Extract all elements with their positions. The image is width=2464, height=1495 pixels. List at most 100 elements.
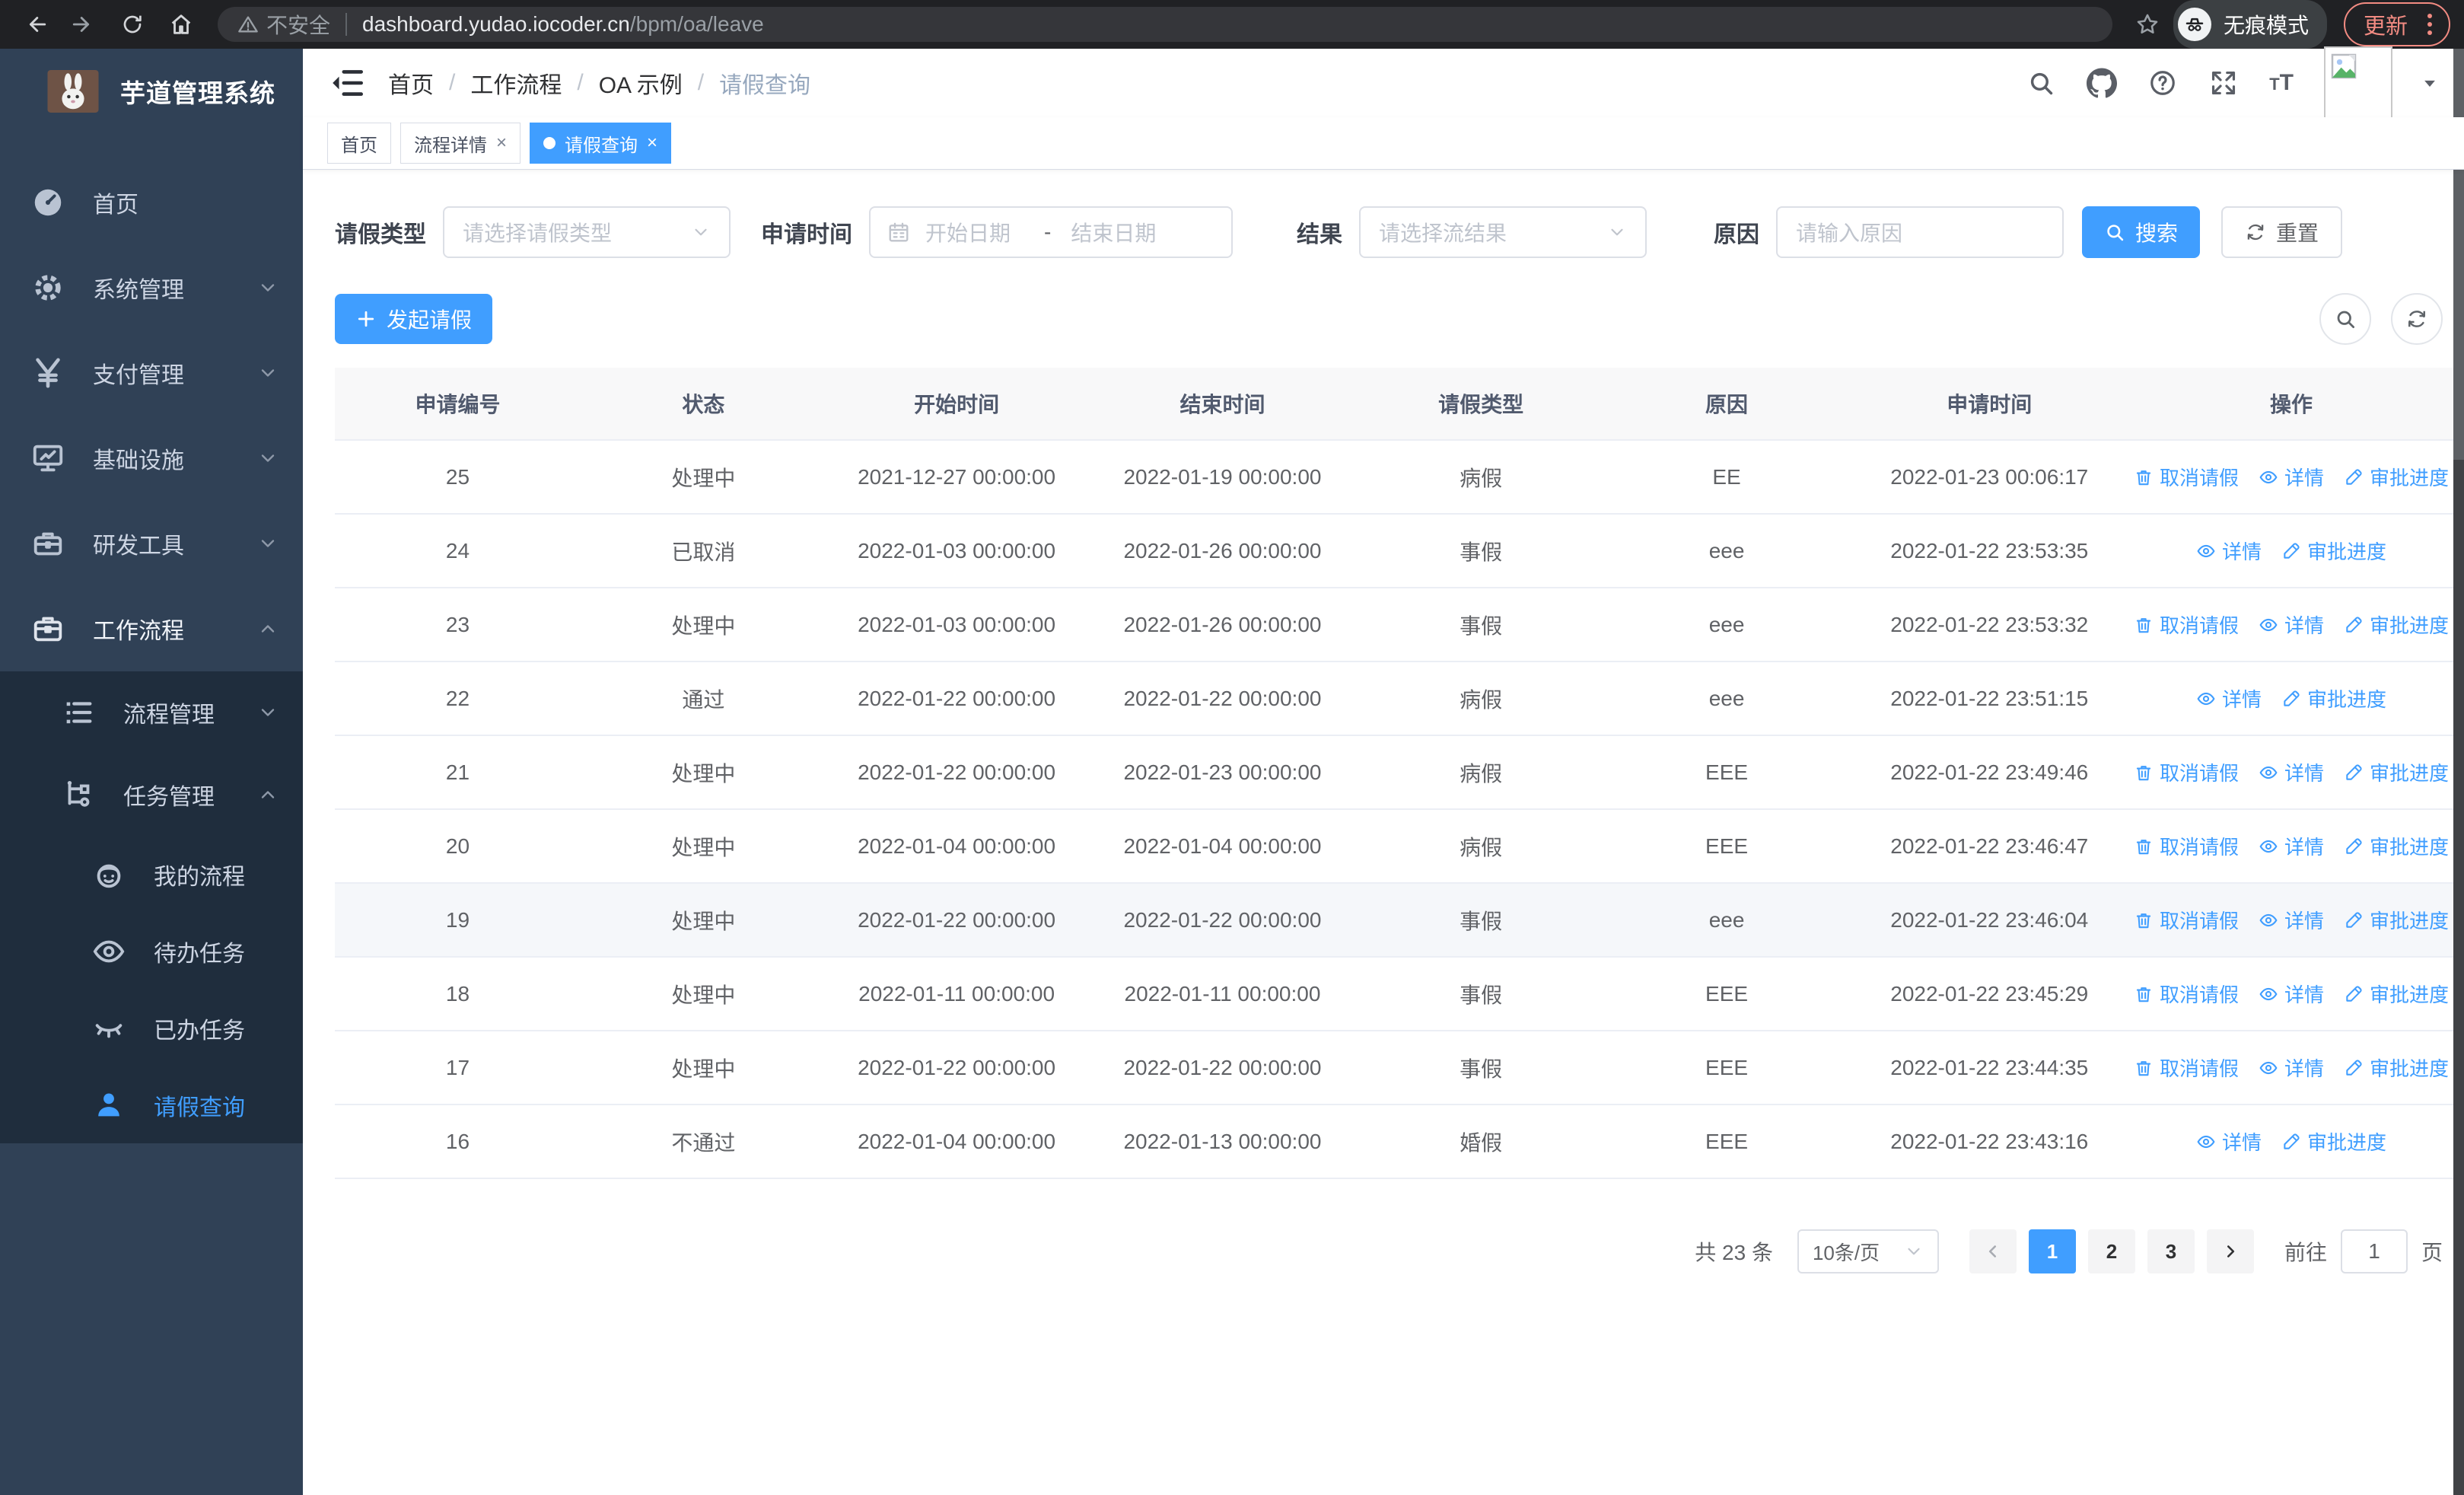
browser-home-button[interactable] [160,3,202,46]
hide-search-button[interactable] [2319,293,2371,345]
goto-page-input[interactable]: 1 [2340,1229,2408,1273]
action-cancel-link[interactable]: 取消请假 [2134,980,2239,1008]
action-detail-link[interactable]: 详情 [2259,463,2324,491]
leave-type-select[interactable]: 请选择请假类型 [443,206,731,258]
sidebar-item-label: 我的流程 [154,864,245,890]
action-progress-link[interactable]: 审批进度 [2281,684,2386,712]
breadcrumb-item[interactable]: 工作流程 [470,66,562,100]
action-detail-link[interactable]: 详情 [2259,758,2324,786]
next-page-button[interactable] [2206,1229,2254,1273]
search-button[interactable]: 搜索 [2082,206,2201,258]
help-icon[interactable] [2147,68,2178,98]
table-row: 23 处理中 2022-01-03 00:00:00 2022-01-26 00:00… [335,588,2453,662]
browser-menu-icon[interactable] [2423,14,2437,35]
page-button-2[interactable]: 2 [2087,1229,2135,1273]
cell-actions: 取消请假 详情 审批进度 [2129,758,2453,786]
result-select[interactable]: 请选择流结果 [1359,206,1647,258]
action-detail-link[interactable]: 详情 [2259,980,2324,1008]
prev-page-button[interactable] [1969,1229,2017,1273]
action-detail-link[interactable]: 详情 [2259,610,2324,639]
cell-reason: eee [1708,907,1745,932]
action-progress-link[interactable]: 审批进度 [2281,1127,2386,1156]
browser-back-button[interactable] [14,3,56,46]
action-progress-link[interactable]: 审批进度 [2281,537,2386,565]
sidebar-item-我的流程[interactable]: 我的流程 [0,836,303,913]
sidebar-item-基础设施[interactable]: 基础设施 [0,416,303,501]
action-detail-link[interactable]: 详情 [2259,1054,2324,1082]
sidebar-logo[interactable]: 芋道管理系统 [0,49,303,134]
page-button-3[interactable]: 3 [2147,1229,2195,1273]
monitor-icon [30,441,65,476]
action-detail-link[interactable]: 详情 [2259,832,2324,860]
close-icon[interactable]: × [647,132,657,154]
action-progress-link[interactable]: 审批进度 [2344,980,2449,1008]
action-cancel-link[interactable]: 取消请假 [2134,758,2239,786]
bookmark-star-button[interactable] [2128,5,2167,44]
page-size-value: 10条/页 [1812,1241,1880,1264]
action-label: 审批进度 [2369,762,2449,785]
browser-reload-button[interactable] [111,3,154,46]
breadcrumb-item[interactable]: 首页 [388,66,434,100]
action-progress-link[interactable]: 审批进度 [2344,1054,2449,1082]
cell-type: 事假 [1460,1057,1503,1081]
action-cancel-link[interactable]: 取消请假 [2134,1054,2239,1082]
action-cancel-link[interactable]: 取消请假 [2134,906,2239,934]
cell-end: 2022-01-22 00:00:00 [1123,907,1322,932]
sidebar-collapse-icon[interactable] [329,64,367,102]
sidebar-item-任务管理[interactable]: 任务管理 [0,754,303,836]
goto-unit: 页 [2421,1241,2443,1264]
not-secure-warning[interactable]: 不安全 [237,9,330,40]
page-scrollbar[interactable] [2453,49,2464,1495]
fullscreen-icon[interactable] [2208,68,2239,98]
close-icon[interactable]: × [496,132,507,154]
reset-button[interactable]: 重置 [2221,206,2343,258]
action-cancel-link[interactable]: 取消请假 [2134,832,2239,860]
sidebar-item-待办任务[interactable]: 待办任务 [0,913,303,990]
address-bar[interactable]: 不安全 dashboard.yudao.iocoder.cn /bpm/oa/l… [218,7,2112,42]
sidebar-item-请假查询[interactable]: 请假查询 [0,1066,303,1143]
sidebar-item-支付管理[interactable]: 支付管理 [0,330,303,416]
cell-type: 病假 [1460,835,1503,859]
action-progress-link[interactable]: 审批进度 [2344,832,2449,860]
cell-start: 2022-01-03 00:00:00 [858,538,1056,563]
tab-首页[interactable]: 首页 [327,123,391,164]
cell-no: 25 [445,464,470,489]
browser-update-button[interactable]: 更新 [2343,2,2450,46]
action-detail-link[interactable]: 详情 [2196,684,2262,712]
page-size-select[interactable]: 10条/页 [1797,1229,1939,1273]
reason-input[interactable]: 请输入原因 [1776,206,2064,258]
action-progress-link[interactable]: 审批进度 [2344,610,2449,639]
search-icon[interactable] [2026,68,2056,98]
cell-reason: EEE [1705,760,1749,784]
font-size-icon[interactable]: TT [2269,70,2294,96]
action-label: 审批进度 [2369,614,2449,637]
refresh-table-button[interactable] [2391,293,2443,345]
action-progress-link[interactable]: 审批进度 [2344,463,2449,491]
action-cancel-link[interactable]: 取消请假 [2134,463,2239,491]
chevron-up-icon [257,784,279,805]
avatar-caret-icon[interactable] [2418,72,2441,94]
sidebar-item-研发工具[interactable]: 研发工具 [0,501,303,586]
cell-no: 24 [445,538,470,563]
github-icon[interactable] [2087,68,2117,98]
sidebar-item-工作流程[interactable]: 工作流程 [0,586,303,671]
scrollbar-thumb[interactable] [2453,49,2464,460]
browser-forward-button[interactable] [62,3,105,46]
breadcrumb-item[interactable]: OA 示例 [599,66,683,100]
sidebar-item-首页[interactable]: 首页 [0,160,303,245]
action-detail-link[interactable]: 详情 [2196,537,2262,565]
action-detail-link[interactable]: 详情 [2259,906,2324,934]
sidebar-item-已办任务[interactable]: 已办任务 [0,990,303,1066]
action-progress-link[interactable]: 审批进度 [2344,758,2449,786]
action-detail-link[interactable]: 详情 [2196,1127,2262,1156]
tab-请假查询[interactable]: 请假查询 × [530,123,672,164]
apply-time-range-picker[interactable]: 开始日期 - 结束日期 [869,206,1233,258]
tab-流程详情[interactable]: 流程详情 × [400,123,521,164]
sidebar-item-流程管理[interactable]: 流程管理 [0,671,303,754]
action-progress-link[interactable]: 审批进度 [2344,906,2449,934]
avatar[interactable] [2324,46,2392,120]
create-leave-button[interactable]: 发起请假 [335,294,493,344]
action-cancel-link[interactable]: 取消请假 [2134,610,2239,639]
page-button-1[interactable]: 1 [2028,1229,2076,1273]
sidebar-item-系统管理[interactable]: 系统管理 [0,245,303,330]
